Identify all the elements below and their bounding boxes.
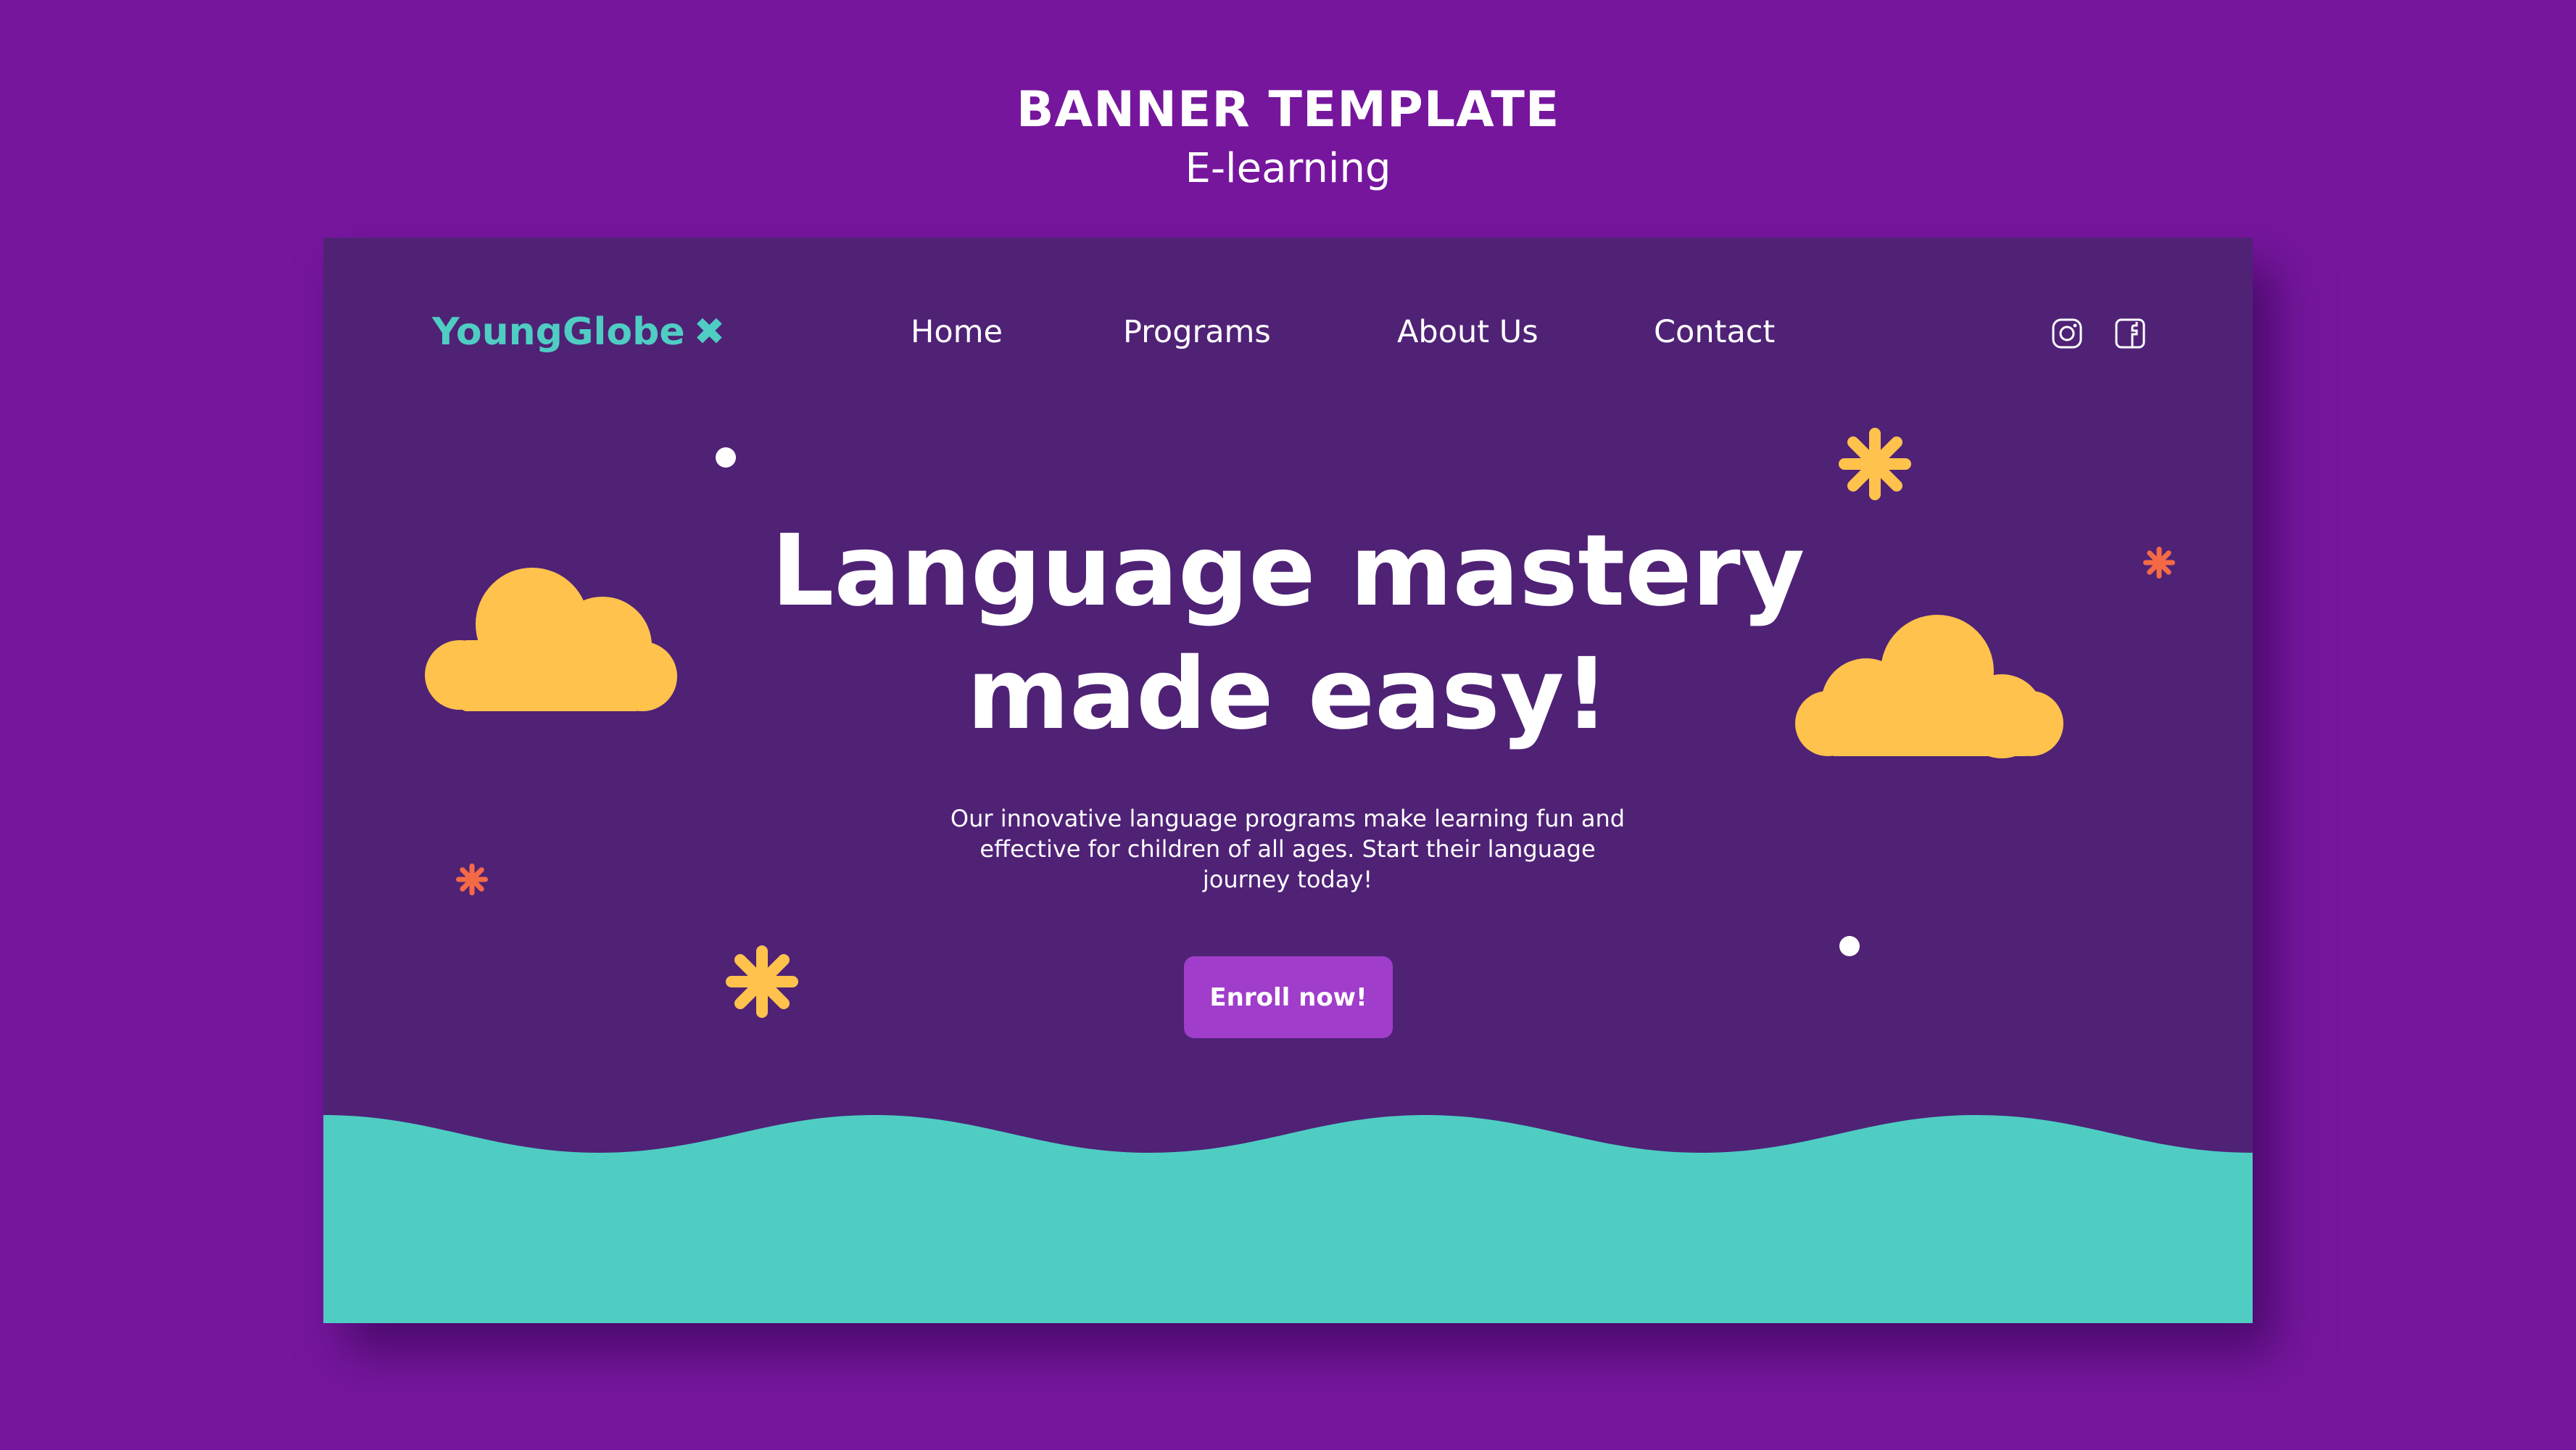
nav-about-us[interactable]: About Us	[1397, 314, 1538, 350]
banner-card: YoungGlobe ✖ Home Programs About Us Conta…	[323, 238, 2253, 1323]
page-background: BANNER TEMPLATE E-learning YoungGlobe ✖ H…	[0, 0, 2576, 1450]
facebook-icon[interactable]	[2114, 318, 2146, 349]
instagram-icon[interactable]	[2051, 318, 2083, 349]
sparkle-orange-left-icon	[456, 863, 488, 895]
hero-headline-line1: Language mastery	[771, 514, 1805, 629]
nav-contact[interactable]: Contact	[1654, 314, 1775, 350]
sparkle-yellow-top-icon	[1839, 428, 1911, 500]
nav-programs[interactable]: Programs	[1123, 314, 1271, 350]
template-title: BANNER TEMPLATE	[1016, 81, 1560, 138]
dot-bottom-icon	[1839, 936, 1860, 956]
sparkle-yellow-bottom-icon	[726, 945, 798, 1018]
enroll-now-button[interactable]: Enroll now!	[1184, 956, 1393, 1038]
hero-headline-line2: made easy!	[966, 637, 1610, 752]
dot-top-icon	[716, 447, 736, 468]
hero-description: Our innovative language programs make le…	[950, 805, 1625, 893]
template-subtitle: E-learning	[1185, 145, 1391, 192]
nav-home[interactable]: Home	[911, 314, 1003, 350]
hero-headline: Language mastery made easy!	[323, 510, 2253, 756]
wave-footer	[323, 1115, 2253, 1323]
main-nav: Home Programs About Us Contact	[323, 314, 2253, 357]
